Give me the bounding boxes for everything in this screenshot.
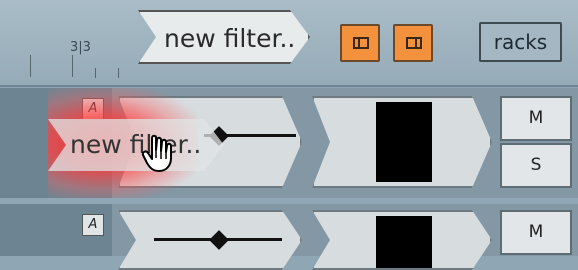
track-row: A M — [0, 204, 578, 256]
top-bar: 3|3 new filter.. racks — [0, 0, 578, 87]
ruler-position-label: 3|3 — [70, 40, 91, 55]
new-filter-button[interactable]: new filter.. — [138, 10, 310, 64]
diamond-knob-icon[interactable] — [209, 230, 229, 250]
ruler-tick — [95, 68, 96, 78]
ruler-tick — [72, 55, 73, 77]
hand-cursor-icon — [141, 134, 172, 172]
automation-badge[interactable]: A — [82, 214, 104, 236]
dragged-filter-ghost: new filter.. — [48, 119, 224, 171]
level-panel[interactable] — [312, 210, 492, 270]
show-left-panel-button[interactable] — [340, 24, 380, 62]
racks-button[interactable]: racks — [479, 22, 562, 62]
solo-button[interactable]: S — [500, 143, 572, 188]
level-meter — [376, 102, 432, 182]
show-right-panel-button[interactable] — [393, 24, 433, 62]
layout-left-icon — [353, 37, 369, 49]
ruler-tick — [118, 68, 119, 78]
level-meter — [376, 216, 432, 268]
filter-slot-panel[interactable] — [118, 210, 302, 270]
ruler-tick — [30, 55, 31, 77]
layout-right-icon — [406, 37, 422, 49]
level-panel[interactable] — [312, 96, 492, 188]
mute-button[interactable]: M — [500, 96, 572, 141]
mute-button[interactable]: M — [500, 210, 572, 255]
